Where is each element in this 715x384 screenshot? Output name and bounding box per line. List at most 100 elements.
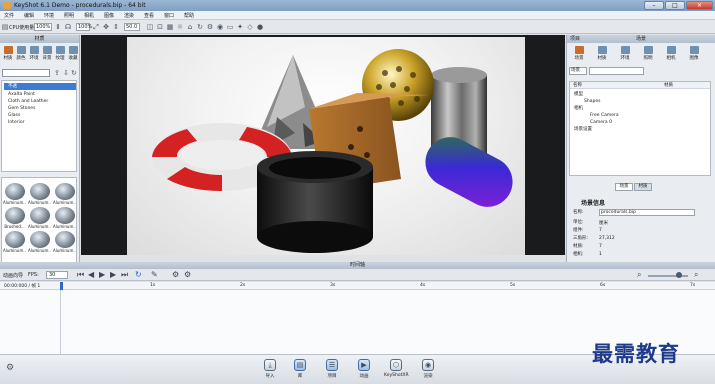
tree-item[interactable]: Cloth and Leather — [4, 98, 76, 105]
render-button[interactable]: ◉ 渲染 — [416, 359, 440, 379]
prev-frame-icon[interactable]: ◀ — [88, 270, 94, 279]
menu-window[interactable]: 窗口 — [164, 12, 174, 19]
material-thumb[interactable]: Aluminum... — [28, 206, 51, 229]
scene-filter-select[interactable]: 场景 — [569, 67, 587, 75]
edit-icon[interactable]: ✎ — [151, 270, 158, 279]
tab-material[interactable]: 材质 — [594, 46, 610, 63]
library-search-input[interactable] — [2, 69, 50, 77]
screenshot-icon[interactable]: ◉ — [216, 23, 224, 31]
maximize-button[interactable]: □ — [665, 1, 685, 10]
timeline-ruler[interactable]: 00:00:000 / 帧 1 1s 2s 3s 4s 5s 6s 7s — [0, 282, 715, 290]
scene-tree-item[interactable]: Free Camera — [590, 112, 619, 119]
tab-environment[interactable]: 环境 — [617, 46, 633, 63]
tab-backplates[interactable]: 背景 — [40, 46, 54, 64]
timeline-zoom-icon[interactable]: ⌕ — [637, 270, 641, 280]
pause-icon[interactable]: Ⅱ — [54, 23, 62, 31]
zoom-select[interactable]: 100% — [76, 23, 92, 31]
tab-materials[interactable]: 材质 — [1, 46, 15, 64]
grid-icon[interactable]: ▦ — [166, 23, 174, 31]
pan-icon[interactable]: ✥ — [102, 23, 110, 31]
loop-icon[interactable]: ↻ — [135, 270, 142, 279]
subtab-material[interactable]: 材质 — [634, 183, 652, 191]
render-viewport[interactable] — [81, 35, 565, 255]
ground-icon[interactable]: ⌂ — [186, 23, 194, 31]
tab-textures[interactable]: 纹理 — [53, 46, 67, 64]
tree-item[interactable]: 不透 — [4, 83, 76, 90]
close-button[interactable]: ✕ — [686, 1, 713, 10]
timeline-zoom-handle[interactable] — [676, 272, 682, 278]
subtab-scene[interactable]: 场景 — [615, 183, 633, 191]
material-thumb[interactable]: Aluminum... — [28, 230, 51, 253]
tab-favorites[interactable]: 收藏 — [66, 46, 80, 64]
next-frame-icon[interactable]: ▶ — [110, 270, 116, 279]
scene-tree-item[interactable]: Shapes — [584, 98, 600, 105]
menu-render[interactable]: 渲染 — [124, 12, 134, 19]
menu-file[interactable]: 文件 — [4, 12, 14, 19]
material-thumb[interactable]: Aluminum... — [53, 182, 76, 205]
lock-icon[interactable]: ⊡ — [156, 23, 164, 31]
play-icon[interactable]: ▶ — [99, 270, 105, 279]
material-icon[interactable]: ● — [256, 23, 264, 31]
tab-image[interactable]: 图像 — [686, 46, 702, 63]
cpu-usage-select[interactable]: 100% — [34, 23, 52, 31]
scene-name-field[interactable]: procedurals.bip — [599, 209, 695, 216]
scene-search-input[interactable] — [589, 67, 644, 75]
menu-edit[interactable]: 编辑 — [24, 12, 34, 19]
menu-image[interactable]: 图像 — [104, 12, 114, 19]
first-frame-icon[interactable]: ⏮ — [77, 270, 84, 280]
options-icon[interactable]: ⚙ — [184, 270, 191, 279]
settings-wheel-icon[interactable]: ⚙ — [6, 363, 14, 373]
material-thumb[interactable]: Aluminum... — [53, 206, 76, 229]
tree-item[interactable]: Interior — [4, 119, 76, 126]
keyshotxr-button[interactable]: ⬡ KeyShotXR — [384, 359, 409, 378]
settings-gear-icon[interactable]: ⚙ — [172, 270, 179, 279]
material-thumb[interactable]: Brushed... — [3, 206, 26, 229]
download-icon[interactable]: ⇩ — [63, 69, 69, 77]
tree-item[interactable]: Gem Stones — [4, 105, 76, 112]
dolly-icon[interactable]: ⇕ — [112, 23, 120, 31]
menu-environment[interactable]: 环境 — [44, 12, 54, 19]
material-thumb[interactable]: Aluminum... — [3, 182, 26, 205]
upload-icon[interactable]: ⇪ — [54, 69, 60, 77]
material-thumb[interactable]: Aluminum... — [53, 230, 76, 253]
fit-icon[interactable]: ⤢ — [92, 23, 100, 31]
scene-tree-item[interactable]: Camera 0 — [590, 119, 612, 126]
scene-tree-item[interactable]: 相机 — [574, 105, 583, 112]
camera-icon[interactable]: ◫ — [146, 23, 154, 31]
material-thumb[interactable]: Aluminum... — [28, 182, 51, 205]
tab-scene[interactable]: 场景 — [571, 46, 587, 63]
menu-help[interactable]: 帮助 — [184, 12, 194, 19]
scene-tree-item[interactable]: 模型 — [574, 91, 583, 98]
tab-camera[interactable]: 相机 — [663, 46, 679, 63]
sun-icon[interactable]: ☼ — [176, 23, 184, 31]
geometry-icon[interactable]: ◇ — [246, 23, 254, 31]
tab-environments[interactable]: 环境 — [27, 46, 41, 64]
menu-camera[interactable]: 相机 — [84, 12, 94, 19]
animation-wizard-label[interactable]: 动画向导 — [3, 272, 23, 279]
tree-item[interactable]: Glass — [4, 112, 76, 119]
rotate-icon[interactable]: ↻ — [196, 23, 204, 31]
scene-tree-item[interactable]: 场景设置 — [574, 126, 592, 133]
minimize-button[interactable]: – — [644, 1, 664, 10]
light-icon[interactable]: ✦ — [236, 23, 244, 31]
playhead[interactable] — [60, 282, 63, 290]
settings-icon[interactable]: ⚙ — [206, 23, 214, 31]
refresh-icon[interactable]: ↻ — [71, 69, 77, 77]
import-button[interactable]: ⤓ 导入 — [258, 359, 282, 379]
project-button[interactable]: ☰ 项目 — [320, 359, 344, 379]
tab-colors[interactable]: 颜色 — [14, 46, 28, 64]
library-button[interactable]: ▤ 库 — [288, 359, 312, 379]
tree-item[interactable]: Axalta Paint — [4, 91, 76, 98]
animation-button[interactable]: ▶ 动画 — [352, 359, 376, 379]
tab-lighting[interactable]: 照明 — [640, 46, 656, 63]
menu-lighting[interactable]: 照明 — [64, 12, 74, 19]
last-frame-icon[interactable]: ⏭ — [121, 270, 128, 280]
region-icon[interactable]: ▭ — [226, 23, 234, 31]
material-thumb[interactable]: Aluminum... — [3, 230, 26, 253]
fov-field[interactable]: 50.0 — [124, 23, 140, 31]
fps-select[interactable]: 30 — [46, 271, 68, 279]
performance-icon[interactable]: ☊ — [64, 23, 72, 31]
timeline-zoom-slider[interactable] — [648, 275, 688, 277]
menu-view[interactable]: 查看 — [144, 12, 154, 19]
timeline-zoom-in-icon[interactable]: ⌕ — [694, 270, 698, 280]
